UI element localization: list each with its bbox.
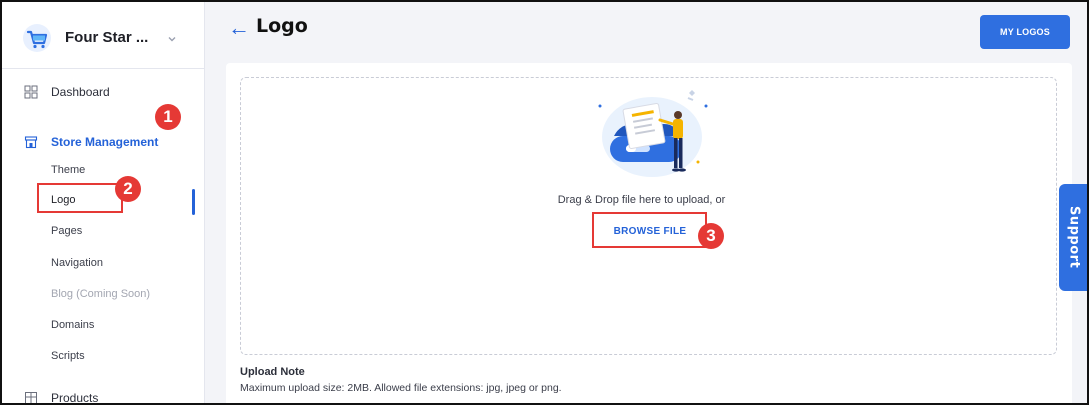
support-tab[interactable]: Support [1059,184,1089,291]
sidebar-subitem-logo[interactable]: Logo [51,194,75,206]
chevron-down-icon[interactable] [167,34,177,44]
annotation-marker-2: 2 [115,176,141,202]
sidebar-subitem-navigation[interactable]: Navigation [51,257,103,269]
sidebar-subitem-scripts[interactable]: Scripts [51,350,85,362]
sidebar-subitem-domains[interactable]: Domains [51,319,94,331]
back-arrow-icon[interactable]: ← [228,17,250,39]
upload-illustration-icon [598,90,708,177]
sidebar-subitem-pages[interactable]: Pages [51,225,82,237]
store-name: Four Star ... [65,29,149,46]
sidebar-item-label: Store Management [51,135,159,149]
sidebar-item-label: Products [51,391,99,405]
sidebar: Four Star ... Dashboard Store Management… [2,2,205,405]
sidebar-item-dashboard[interactable]: Dashboard [2,80,205,104]
sidebar-item-store-management[interactable]: Store Management [2,130,205,154]
grid-icon [24,85,38,99]
upload-note-text: Maximum upload size: 2MB. Allowed file e… [240,382,562,394]
sidebar-item-products[interactable]: Products [2,386,205,405]
sidebar-subitem-theme[interactable]: Theme [51,164,85,176]
sidebar-subitem-blog: Blog (Coming Soon) [51,288,151,300]
page-title: Logo [256,15,308,37]
annotation-marker-3: 3 [698,223,724,249]
upload-note-title: Upload Note [240,366,305,378]
annotation-marker-1: 1 [155,104,181,130]
browse-file-button[interactable]: BROWSE FILE [600,220,700,242]
shopping-cart-logo-icon [23,24,51,52]
store-switcher[interactable]: Four Star ... [2,2,205,69]
drag-drop-instructions: Drag & Drop file here to upload, or [557,194,726,206]
products-icon [25,392,37,404]
sidebar-item-label: Dashboard [51,85,110,99]
my-logos-button[interactable]: MY LOGOS [980,15,1070,49]
active-item-indicator [192,189,195,215]
support-label: Support [1066,206,1082,269]
store-icon [24,136,38,149]
